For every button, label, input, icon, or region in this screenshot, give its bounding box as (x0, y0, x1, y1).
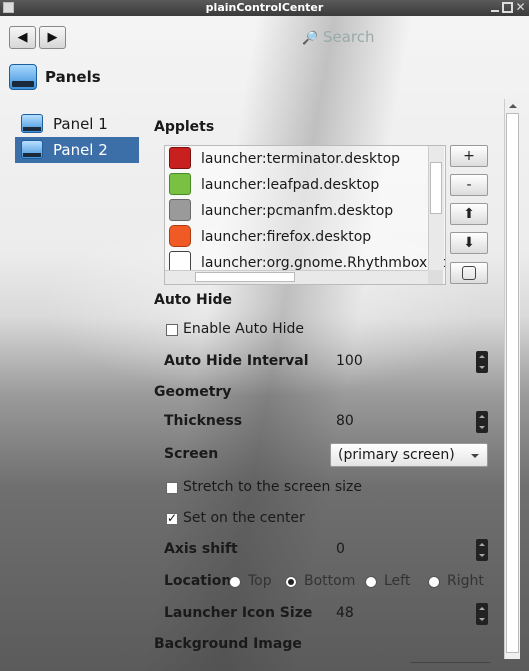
title-bar: plainControlCenter ✕ (0, 0, 529, 16)
scroll-up-icon[interactable] (509, 104, 517, 108)
list-item[interactable]: launcher:pcmanfm.desktop (169, 199, 393, 223)
screen-label: Screen (164, 446, 219, 462)
notepad-icon (169, 173, 191, 195)
terminal-icon (169, 147, 191, 169)
thickness-spinbox[interactable]: 80 (330, 411, 488, 433)
location-label: Location (164, 573, 232, 589)
applets-heading: Applets (154, 119, 215, 135)
page-title: Panels (45, 68, 101, 86)
move-up-button[interactable]: ⬆ (450, 203, 488, 225)
panel-list: Panel 1 Panel 2 (15, 111, 139, 163)
divider (410, 662, 490, 663)
screen-select[interactable]: (primary screen) (330, 443, 488, 467)
applets-horizontal-scrollbar[interactable] (165, 270, 428, 284)
move-down-button[interactable]: ⬇ (450, 232, 488, 254)
launcher-icon-size-label: Launcher Icon Size (164, 605, 313, 621)
main-vertical-scrollbar[interactable] (504, 99, 520, 659)
window-menu-icon[interactable] (3, 2, 14, 13)
folder-icon (169, 199, 191, 221)
search-placeholder: Search (322, 28, 375, 46)
center-checkbox[interactable] (166, 511, 178, 525)
list-item[interactable]: launcher:firefox.desktop (169, 225, 371, 249)
enable-autohide-checkbox[interactable] (166, 324, 178, 336)
maximize-icon[interactable] (502, 2, 513, 13)
scrollbar-thumb[interactable] (195, 272, 295, 282)
panel-icon (21, 114, 43, 133)
panel-icon (21, 140, 43, 159)
location-right-label: Right (447, 573, 484, 589)
axis-shift-label: Axis shift (164, 541, 238, 557)
launcher-icon-size-spinbox[interactable]: 48 (330, 603, 488, 625)
remove-applet-button[interactable]: - (450, 174, 488, 196)
background-image-heading: Background Image (154, 636, 302, 652)
spin-arrows-icon[interactable] (476, 539, 488, 561)
settings-icon (462, 266, 476, 280)
spin-arrows-icon[interactable] (476, 603, 488, 625)
enable-autohide-label: Enable Auto Hide (183, 321, 305, 337)
search-icon: 🔎 (302, 31, 319, 46)
back-button[interactable]: ◀ (9, 26, 36, 49)
center-label: Set on the center (183, 510, 305, 526)
sidebar-item-label: Panel 1 (53, 115, 108, 133)
window-title: plainControlCenter (205, 1, 324, 14)
thickness-label: Thickness (164, 413, 243, 429)
geometry-heading: Geometry (154, 384, 232, 400)
chevron-down-icon (471, 454, 479, 458)
autohide-interval-label: Auto Hide Interval (164, 353, 309, 369)
applets-list[interactable]: launcher:terminator.desktop launcher:lea… (164, 145, 446, 285)
forward-button[interactable]: ▶ (39, 26, 66, 49)
spin-arrows-icon[interactable] (476, 351, 488, 373)
scrollbar-thumb[interactable] (506, 113, 519, 653)
location-left-radio[interactable] (365, 576, 377, 588)
location-top-radio[interactable] (229, 576, 241, 588)
spin-arrows-icon[interactable] (476, 411, 488, 433)
applet-settings-button[interactable] (450, 262, 488, 284)
stretch-label: Stretch to the screen size (183, 479, 363, 495)
location-bottom-label: Bottom (304, 573, 356, 589)
axis-shift-spinbox[interactable]: 0 (330, 539, 488, 561)
firefox-icon (169, 225, 191, 247)
autohide-heading: Auto Hide (154, 292, 233, 308)
sidebar-item-label: Panel 2 (53, 141, 108, 159)
close-icon[interactable]: ✕ (515, 1, 526, 13)
add-applet-button[interactable]: + (450, 145, 488, 167)
applets-vertical-scrollbar[interactable] (428, 146, 444, 270)
search-input[interactable]: 🔎 Search (302, 28, 375, 46)
location-left-label: Left (384, 573, 411, 589)
panels-icon (9, 64, 37, 90)
list-item[interactable]: launcher:leafpad.desktop (169, 173, 379, 197)
location-right-radio[interactable] (428, 576, 440, 588)
sidebar-item-panel-2[interactable]: Panel 2 (15, 137, 139, 163)
list-item[interactable]: launcher:terminator.desktop (169, 147, 400, 171)
location-bottom-radio[interactable] (285, 576, 297, 588)
autohide-interval-spinbox[interactable]: 100 (330, 351, 488, 373)
sidebar-item-panel-1[interactable]: Panel 1 (15, 111, 139, 137)
location-top-label: Top (248, 573, 272, 589)
minimize-icon[interactable] (490, 2, 501, 13)
stretch-checkbox[interactable] (166, 482, 178, 494)
scrollbar-thumb[interactable] (430, 162, 442, 214)
scroll-corner (428, 270, 443, 284)
